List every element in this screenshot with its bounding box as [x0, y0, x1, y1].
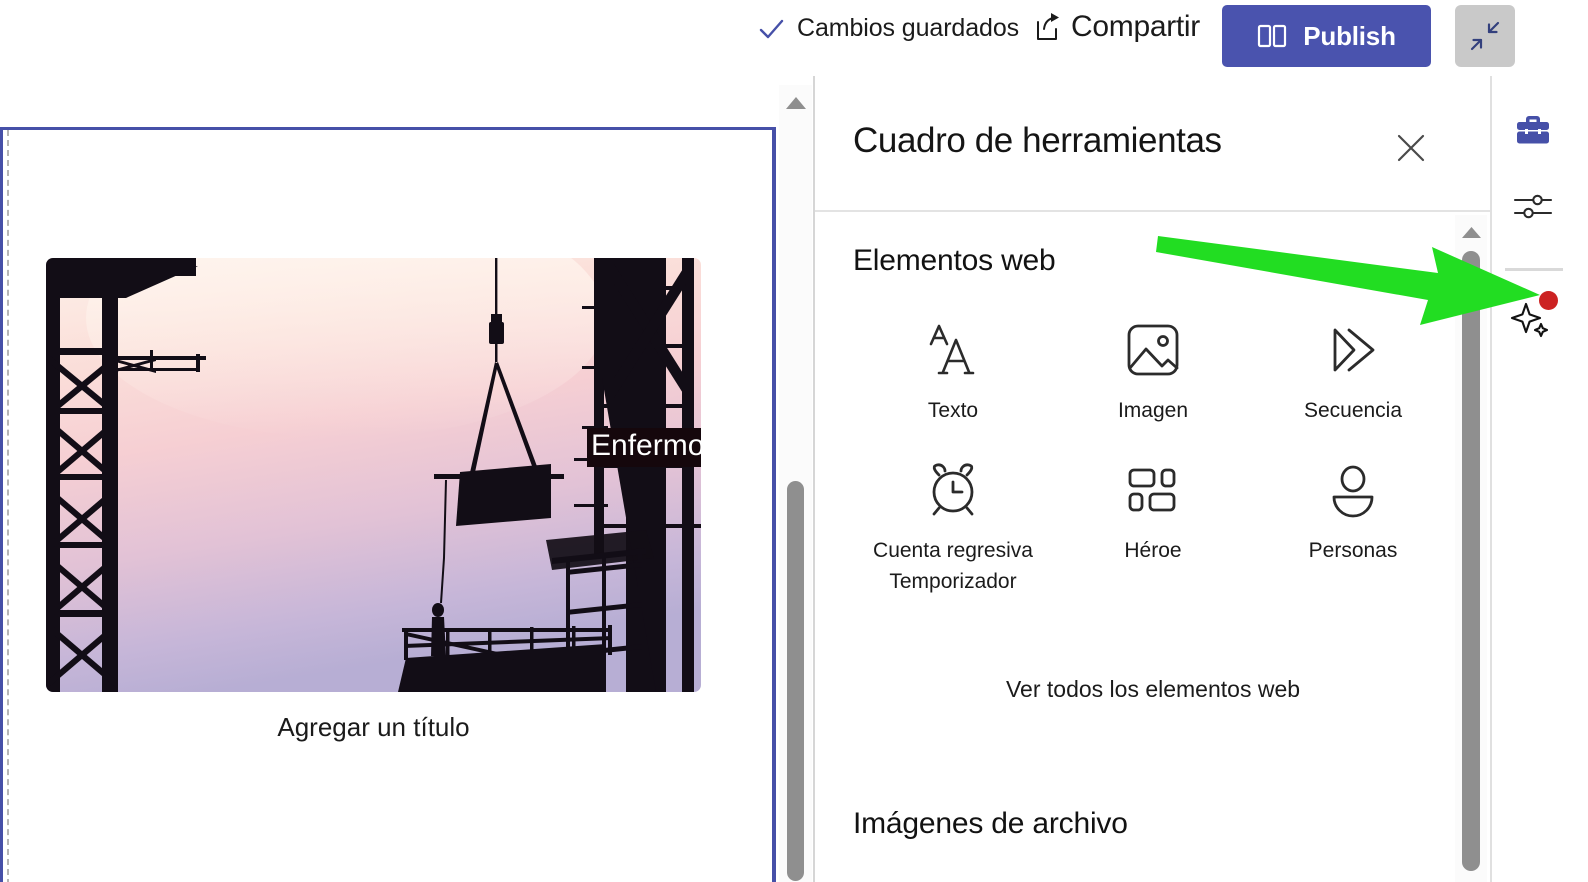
- canvas-scrollbar[interactable]: [779, 85, 812, 882]
- see-all-web-elements-link[interactable]: Ver todos los elementos web: [853, 676, 1453, 703]
- toolbox-panel-body: Elementos web Texto Imagen Secuencia Cue…: [815, 212, 1506, 880]
- alarm-clock-icon: [921, 458, 985, 536]
- web-element-label: Cuenta regresiva Temporizador: [873, 539, 1033, 593]
- sidebar-item-toolbox[interactable]: [1508, 105, 1558, 155]
- text-aa-icon: [921, 318, 985, 396]
- ai-notification-badge: [1539, 291, 1558, 310]
- sliders-icon: [1511, 188, 1555, 226]
- web-element-label: Imagen: [1117, 399, 1189, 422]
- app-root: Cambios guardados Compartir Publish Enfe…: [0, 0, 1588, 882]
- collapse-diagonal-icon: [1468, 19, 1502, 53]
- web-element-label: Personas: [1308, 539, 1398, 563]
- canvas-scrollbar-thumb[interactable]: [787, 481, 804, 881]
- web-element-label: Texto: [927, 399, 979, 422]
- publish-button[interactable]: Publish: [1222, 5, 1431, 67]
- sequence-play-icon: [1321, 318, 1385, 396]
- web-element-label: Secuencia: [1303, 399, 1403, 422]
- construction-sunset-artwork: [46, 258, 701, 692]
- toolbox-panel-header: Cuadro de herramientas: [815, 76, 1506, 212]
- image-caption-input[interactable]: Agregar un título: [46, 712, 701, 743]
- web-element-imagen[interactable]: Imagen: [1053, 312, 1253, 432]
- top-command-bar: Cambios guardados Compartir Publish: [0, 0, 1588, 76]
- collapse-panel-button[interactable]: [1455, 5, 1515, 67]
- save-status: Cambios guardados: [757, 14, 1019, 43]
- scroll-up-arrow-icon[interactable]: [785, 96, 807, 110]
- web-element-personas[interactable]: Personas: [1253, 452, 1453, 603]
- toolbox-panel-title: Cuadro de herramientas: [853, 121, 1222, 160]
- panel-scroll-up-arrow-icon[interactable]: [1461, 226, 1482, 239]
- rail-divider: [1505, 268, 1563, 271]
- share-label: Compartir: [1071, 10, 1200, 43]
- close-icon[interactable]: [1393, 130, 1429, 166]
- web-element-label: Héroe: [1124, 539, 1182, 563]
- image-alt-text-overlay: Enfermo: [587, 428, 701, 467]
- toolbox-panel: Cuadro de herramientas Elementos web Tex…: [813, 76, 1506, 882]
- panel-scrollbar-thumb[interactable]: [1462, 251, 1480, 871]
- check-icon: [757, 15, 785, 43]
- panel-scrollbar[interactable]: [1455, 215, 1487, 882]
- section-title-web-elements: Elementos web: [853, 244, 1056, 277]
- section-title-stock-images: Imágenes de archivo: [853, 807, 1128, 840]
- page-canvas-selected-section[interactable]: Enfermo Agregar un título: [0, 127, 776, 882]
- save-status-label: Cambios guardados: [797, 14, 1020, 42]
- book-icon: [1257, 23, 1287, 49]
- toolbox-icon: [1511, 108, 1555, 152]
- person-icon: [1321, 458, 1385, 536]
- sidebar-item-settings[interactable]: [1508, 182, 1558, 232]
- share-icon: [1031, 11, 1063, 43]
- web-element-cuenta-regresiva[interactable]: Cuenta regresiva Temporizador: [853, 452, 1053, 603]
- web-elements-grid: Texto Imagen Secuencia Cuenta regresiva …: [853, 312, 1453, 603]
- share-button[interactable]: Compartir: [1031, 10, 1200, 44]
- hero-layout-icon: [1121, 458, 1185, 536]
- web-element-texto[interactable]: Texto: [853, 312, 1053, 432]
- web-element-heroe[interactable]: Héroe: [1053, 452, 1253, 603]
- hero-image[interactable]: Enfermo: [46, 258, 701, 692]
- image-icon: [1121, 318, 1185, 396]
- web-element-secuencia[interactable]: Secuencia: [1253, 312, 1453, 432]
- publish-label: Publish: [1303, 20, 1396, 51]
